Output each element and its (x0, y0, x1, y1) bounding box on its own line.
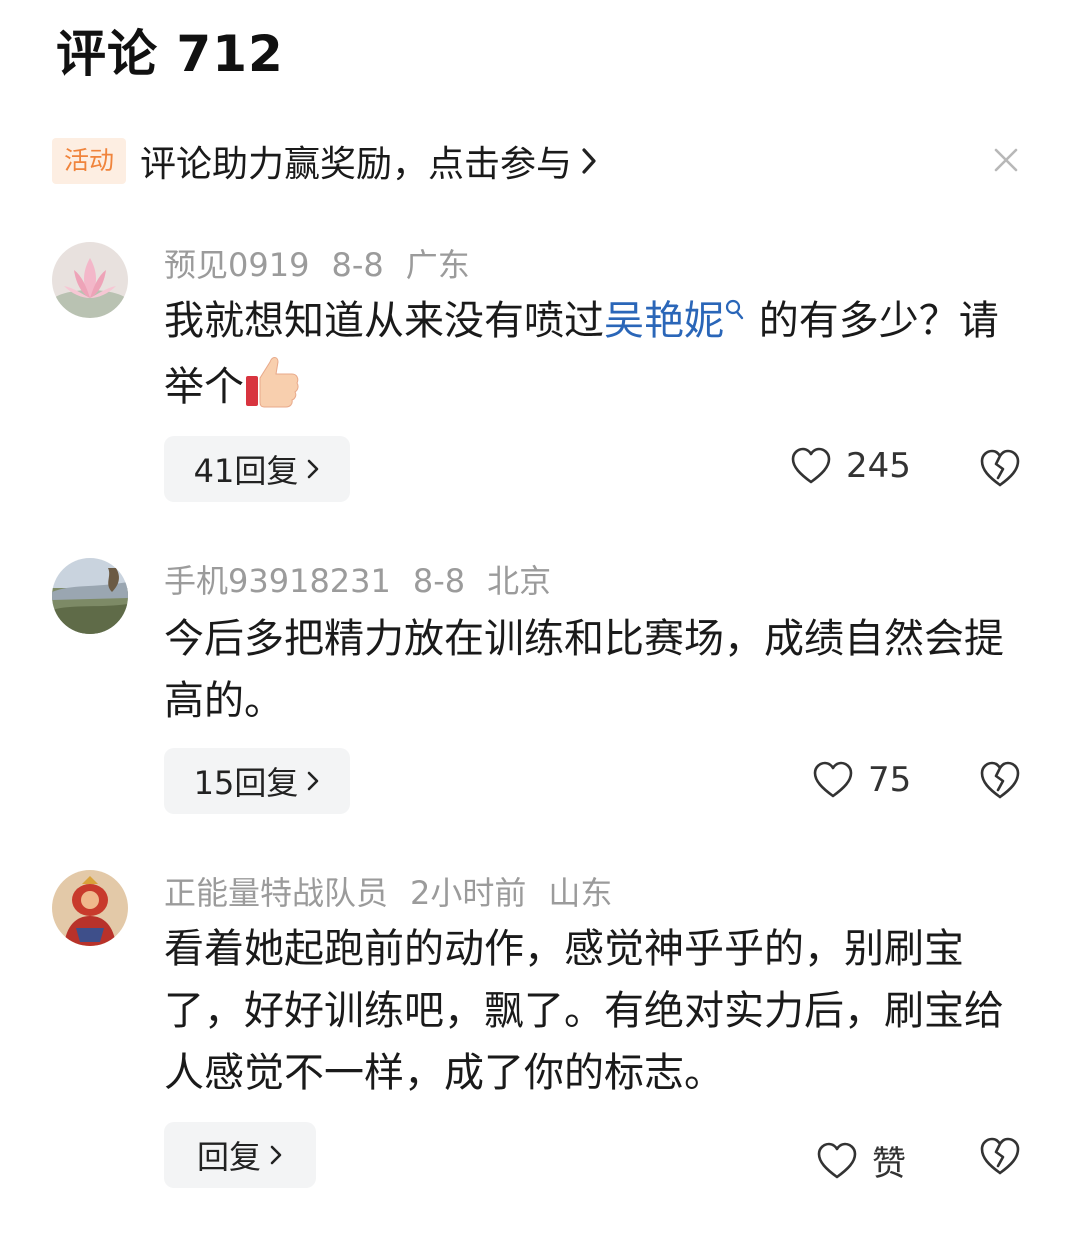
comment-text-part: 我就想知道从来没有喷过 (164, 298, 604, 344)
username[interactable]: 预见0919 (164, 246, 309, 284)
chevron-right-icon (582, 148, 596, 174)
reply-button[interactable]: 回复 (164, 1122, 316, 1188)
comment-text: 我就想知道从来没有喷过吴艳妮 的有多少？请举个 (164, 290, 1024, 418)
like-label: 赞 (872, 1144, 906, 1184)
page-title: 评论 712 (56, 25, 284, 83)
comment-date: 8-8 (331, 246, 384, 284)
comment-meta: 手机93918231 8-8 北京 (164, 556, 573, 602)
broken-heart-icon[interactable] (978, 448, 1022, 488)
reply-button[interactable]: 15回复 (164, 748, 350, 814)
avatar[interactable] (52, 870, 128, 946)
activity-banner[interactable]: 活动 评论助力赢奖励，点击参与 (52, 134, 1032, 188)
thumbs-up-emoji (246, 357, 299, 408)
highlight-link[interactable]: 吴艳妮 (604, 298, 746, 344)
reply-label: 15回复 (193, 764, 299, 802)
avatar[interactable] (52, 242, 128, 318)
like-count: 245 (846, 446, 911, 486)
username[interactable]: 手机93918231 (164, 562, 391, 600)
heart-icon (817, 1142, 857, 1178)
like-button[interactable]: 75 (812, 760, 911, 800)
chevron-right-icon (308, 771, 319, 791)
reply-label: 41回复 (193, 452, 299, 490)
activity-badge: 活动 (52, 138, 127, 184)
comment-location: 广东 (405, 246, 470, 284)
banner-text: 评论助力赢奖励，点击参与 (140, 144, 573, 185)
broken-heart-icon[interactable] (978, 760, 1022, 800)
username[interactable]: 正能量特战队员 (164, 874, 388, 912)
like-button[interactable]: 245 (790, 446, 911, 486)
like-count: 75 (868, 760, 912, 800)
search-icon (725, 299, 744, 320)
chevron-right-icon (308, 459, 319, 479)
highlight-text: 吴艳妮 (604, 298, 724, 344)
broken-heart-icon[interactable] (978, 1136, 1022, 1176)
comment-location: 山东 (548, 874, 613, 912)
reply-label: 回复 (196, 1138, 261, 1176)
heart-icon (791, 447, 831, 484)
comment-meta: 正能量特战队员 2小时前 山东 (164, 868, 634, 914)
comment-location: 北京 (487, 562, 552, 600)
comment-meta: 预见0919 8-8 广东 (164, 240, 492, 286)
heart-icon (813, 761, 853, 798)
banner-link[interactable]: 评论助力赢奖励，点击参与 (140, 135, 598, 187)
chevron-right-icon (270, 1145, 282, 1165)
comment-date: 2小时前 (410, 874, 527, 912)
close-icon[interactable] (986, 140, 1026, 180)
like-button[interactable]: 赞 (816, 1136, 906, 1185)
comment-text: 今后多把精力放在训练和比赛场，成绩自然会提高的。 (164, 616, 1004, 724)
avatar[interactable] (52, 558, 128, 634)
comment-text: 看着她起跑前的动作，感觉神乎乎的，别刷宝了，好好训练吧，飘了。有绝对实力后，刷宝… (164, 926, 1004, 1096)
reply-button[interactable]: 41回复 (164, 436, 350, 502)
comment-date: 8-8 (412, 562, 466, 600)
